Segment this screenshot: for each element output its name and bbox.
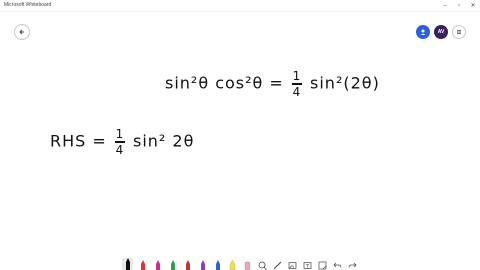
pen-purple-tool[interactable] (197, 258, 208, 270)
equation1-left: sin²θ cos²θ = (165, 73, 284, 93)
image-icon (288, 262, 297, 269)
equation2-left: RHS = (50, 131, 107, 151)
image-tool[interactable] (287, 258, 298, 270)
pen-red-2-tool[interactable] (182, 258, 193, 270)
ruler-icon (273, 261, 282, 270)
eraser-tool[interactable] (242, 258, 253, 270)
equation1-right: sin²(2θ) (310, 73, 380, 93)
pen-black-tool[interactable] (122, 258, 133, 270)
close-button[interactable]: ✕ (466, 0, 480, 11)
fraction: 1 4 (114, 127, 125, 157)
whiteboard-canvas[interactable]: sin²θ cos²θ = 1 4 sin²(2θ) RHS = 1 4 sin… (0, 12, 480, 252)
pen-magenta-tool[interactable] (152, 258, 163, 270)
denominator: 4 (292, 84, 302, 99)
window-controls: – ▫ ✕ (438, 0, 480, 11)
lasso-tool[interactable] (257, 258, 268, 270)
lasso-icon (258, 261, 267, 270)
numerator: 1 (292, 69, 302, 83)
undo-icon (333, 262, 342, 268)
redo-button[interactable] (347, 258, 358, 270)
equation-line-2: RHS = 1 4 sin² 2θ (50, 128, 194, 156)
pen-icon (125, 258, 130, 270)
text-icon (303, 262, 312, 269)
equation-line-1: sin²θ cos²θ = 1 4 sin²(2θ) (165, 70, 380, 98)
text-tool[interactable] (302, 258, 313, 270)
minimize-icon: – (443, 2, 447, 9)
window-title: Microsoft Whiteboard (4, 2, 52, 8)
eraser-icon (244, 261, 251, 270)
close-icon: ✕ (470, 3, 476, 9)
pen-red-tool[interactable] (137, 258, 148, 270)
maximize-icon: ▫ (457, 2, 461, 9)
undo-button[interactable] (332, 258, 343, 270)
ink-toolbar (120, 256, 360, 270)
pen-green-tool[interactable] (167, 258, 178, 270)
minimize-button[interactable]: – (438, 0, 452, 11)
note-tool[interactable] (317, 258, 328, 270)
whiteboard-window: Microsoft Whiteboard – ▫ ✕ AV sin²θ cos²… (0, 0, 480, 270)
highlighter-icon (229, 260, 236, 270)
pen-icon (170, 260, 175, 270)
pen-icon (140, 260, 145, 270)
pen-icon (185, 260, 190, 270)
equation2-right: sin² 2θ (132, 131, 195, 151)
fraction: 1 4 (291, 69, 302, 99)
title-bar: Microsoft Whiteboard – ▫ ✕ (0, 0, 480, 12)
highlighter-tool[interactable] (227, 258, 238, 270)
redo-icon (348, 262, 357, 268)
note-icon (318, 261, 327, 270)
numerator: 1 (115, 127, 125, 141)
pen-icon (155, 260, 160, 270)
ruler-tool[interactable] (272, 258, 283, 270)
pen-icon (215, 260, 220, 270)
pen-icon (200, 260, 205, 270)
pen-blue-tool[interactable] (212, 258, 223, 270)
denominator: 4 (115, 142, 125, 157)
maximize-button[interactable]: ▫ (452, 0, 466, 11)
